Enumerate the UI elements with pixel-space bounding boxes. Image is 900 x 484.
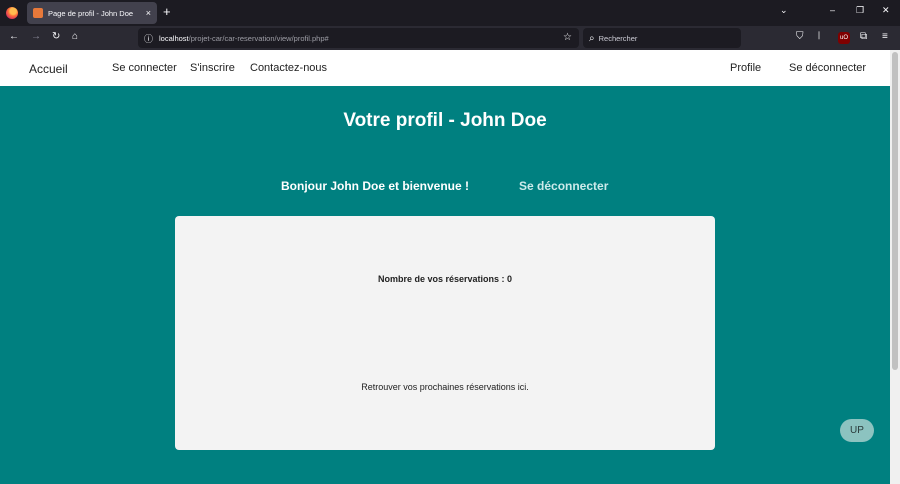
nav-logout-link[interactable]: Se déconnecter <box>789 62 866 74</box>
firefox-logo-icon[interactable] <box>6 7 18 19</box>
url-path: /projet-car/car-reservation/view/profil.… <box>188 33 329 43</box>
forward-icon[interactable]: → <box>31 32 41 42</box>
page-body: Accueil Se connecter S'inscrire Contacte… <box>0 50 890 484</box>
nav-home-link[interactable]: Accueil <box>29 62 68 76</box>
site-navbar: Accueil Se connecter S'inscrire Contacte… <box>0 50 890 86</box>
tab-favicon-icon <box>33 8 43 18</box>
restore-icon[interactable]: ❐ <box>856 6 864 15</box>
scrollbar-thumb[interactable] <box>892 52 898 370</box>
app-menu-icon[interactable]: ≡ <box>882 32 888 42</box>
logout-link[interactable]: Se déconnecter <box>519 179 608 193</box>
welcome-message: Bonjour John Doe et bienvenue ! <box>281 179 470 193</box>
site-info-icon[interactable]: ⓘ <box>144 32 153 45</box>
minimize-icon[interactable]: – <box>830 6 835 15</box>
pocket-icon[interactable]: ⛉ <box>796 32 804 42</box>
bookmark-star-icon[interactable]: ☆ <box>563 32 572 43</box>
search-placeholder: Rechercher <box>598 33 638 43</box>
page-title: Votre profil - John Doe <box>343 110 547 131</box>
home-icon[interactable]: ⌂ <box>72 32 78 42</box>
tab-title: Page de profil - John Doe <box>48 8 134 18</box>
extensions-icon[interactable]: ⧉ <box>860 32 867 42</box>
reservation-count: Nombre de vos réservations : 0 <box>377 274 513 284</box>
scroll-up-button[interactable]: UP <box>840 419 874 442</box>
browser-tab-bar: Page de profil - John Doe × + ⌄ – ❐ ✕ <box>0 0 900 26</box>
upcoming-reservations-text: Retrouver vos prochaines réservations ic… <box>361 382 529 392</box>
url-host: localhost <box>159 33 189 43</box>
library-icon[interactable]: 𝄁 <box>818 32 819 42</box>
browser-tab[interactable]: Page de profil - John Doe × <box>27 2 157 24</box>
window-close-icon[interactable]: ✕ <box>882 6 890 15</box>
nav-contact-link[interactable]: Contactez-nous <box>250 62 327 74</box>
nav-login-link[interactable]: Se connecter <box>112 62 177 74</box>
new-tab-icon[interactable]: + <box>163 5 171 18</box>
back-icon[interactable]: ← <box>9 32 19 42</box>
list-all-tabs-icon[interactable]: ⌄ <box>780 6 788 15</box>
search-icon: ⌕ <box>589 32 595 44</box>
nav-signup-link[interactable]: S'inscrire <box>190 62 235 74</box>
url-bar[interactable]: ⓘ localhost/projet-car/car-reservation/v… <box>138 28 579 48</box>
reservations-card: Nombre de vos réservations : 0 Retrouver… <box>175 216 715 450</box>
nav-profile-link[interactable]: Profile <box>730 62 761 74</box>
ublock-extension-icon[interactable]: uO <box>838 32 850 44</box>
reload-icon[interactable]: ↻ <box>52 32 60 42</box>
search-bar[interactable]: ⌕ Rechercher <box>583 28 741 48</box>
browser-toolbar: ← → ↻ ⌂ ⓘ localhost/projet-car/car-reser… <box>0 26 900 50</box>
tab-close-icon[interactable]: × <box>146 8 151 18</box>
